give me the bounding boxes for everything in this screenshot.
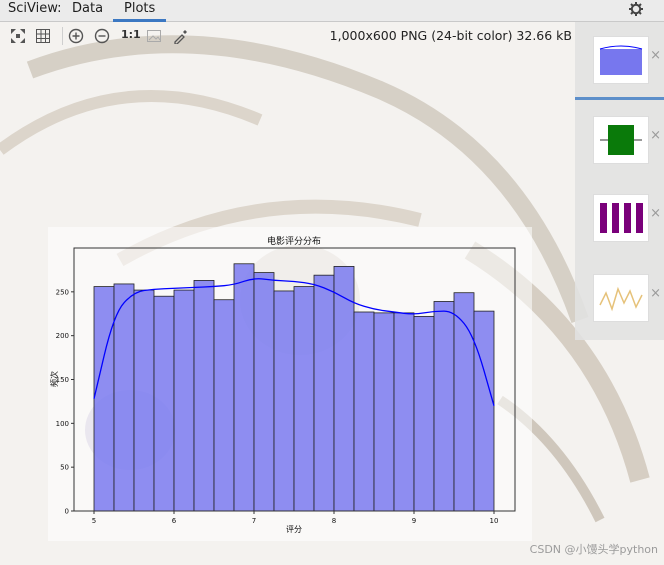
y-tick-label: 100 [56,420,69,428]
toolbar-separator [62,27,63,45]
watermark: CSDN @小馒头学python [529,543,658,556]
histogram-bar [93,286,115,512]
y-axis-label: 频次 [49,371,59,387]
thumbnail-histogram-image [593,36,649,84]
x-tick-label: 8 [332,517,336,525]
histogram-bar [473,310,495,512]
histogram-bar [313,274,335,512]
x-tick-label: 7 [252,517,256,525]
thumbnail-line-image [593,274,649,322]
plot-thumbnails-panel: × × × × [575,22,664,340]
y-tick-label: 250 [56,288,69,296]
thumbnail-histogram[interactable]: × [575,22,664,97]
x-tick-label: 5 [92,517,96,525]
thumbnail-boxplot[interactable]: × [575,102,664,177]
thumbnail-bars-image [593,194,649,242]
sciview-tab-bar: SciView: Data Plots [0,0,664,22]
close-icon[interactable]: × [650,128,661,143]
x-tick-label: 9 [412,517,416,525]
plot-image: 5 6 7 8 9 10 0 50 100 150 200 250 电影评分分布 评分 频次 [48,227,532,541]
x-tick-label: 6 [172,517,177,525]
chart-title: 电影评分分布 [267,235,321,247]
y-tick-label: 50 [60,464,69,472]
close-icon[interactable]: × [650,48,661,63]
histogram-bar [453,292,475,512]
histogram-bar [413,315,435,512]
gear-icon[interactable] [628,1,644,17]
tab-data[interactable]: Data [72,1,103,16]
histogram-bar [253,272,275,512]
image-toolbar: 1:1 1,000x600 PNG (24-bit color) 32.66 k… [0,22,575,50]
histogram-bar [153,295,175,512]
tab-plots[interactable]: Plots [112,1,167,22]
thumbnail-line[interactable]: × [575,260,664,335]
fit-screen-icon[interactable] [10,28,26,44]
histogram-bar [353,311,375,512]
background-icon[interactable] [146,28,162,44]
histogram-bar [213,299,235,512]
histogram-bar [233,263,255,512]
image-info: 1,000x600 PNG (24-bit color) 32.66 kB [329,28,572,43]
y-tick-label: 0 [65,508,69,516]
histogram-bar [273,290,295,512]
color-picker-icon[interactable] [173,28,189,44]
grid-icon[interactable] [35,28,51,44]
thumbnail-boxplot-image [593,116,649,164]
histogram-bar [113,283,135,512]
thumbnail-selection-bar [575,97,664,100]
actual-size-button[interactable]: 1:1 [121,28,141,41]
sciview-title: SciView: [8,1,62,16]
histogram-bar [193,280,215,512]
zoom-out-icon[interactable] [94,28,110,44]
histogram-bar [373,312,395,512]
close-icon[interactable]: × [650,206,661,221]
close-icon[interactable]: × [650,286,661,301]
histogram-bar [433,301,455,512]
histogram-chart: 5 6 7 8 9 10 050100150200250 电影评分分布 评分 频次 [49,235,516,534]
histogram-bar [393,312,415,512]
histogram-bar [333,266,355,512]
x-axis-label: 评分 [286,525,302,534]
thumbnail-bars[interactable]: × [575,180,664,255]
x-tick-label: 10 [490,517,499,525]
zoom-in-icon[interactable] [68,28,84,44]
histogram-bar [133,289,155,512]
histogram-bar [293,286,315,512]
histogram-bar [173,289,195,512]
y-tick-label: 200 [56,332,69,340]
